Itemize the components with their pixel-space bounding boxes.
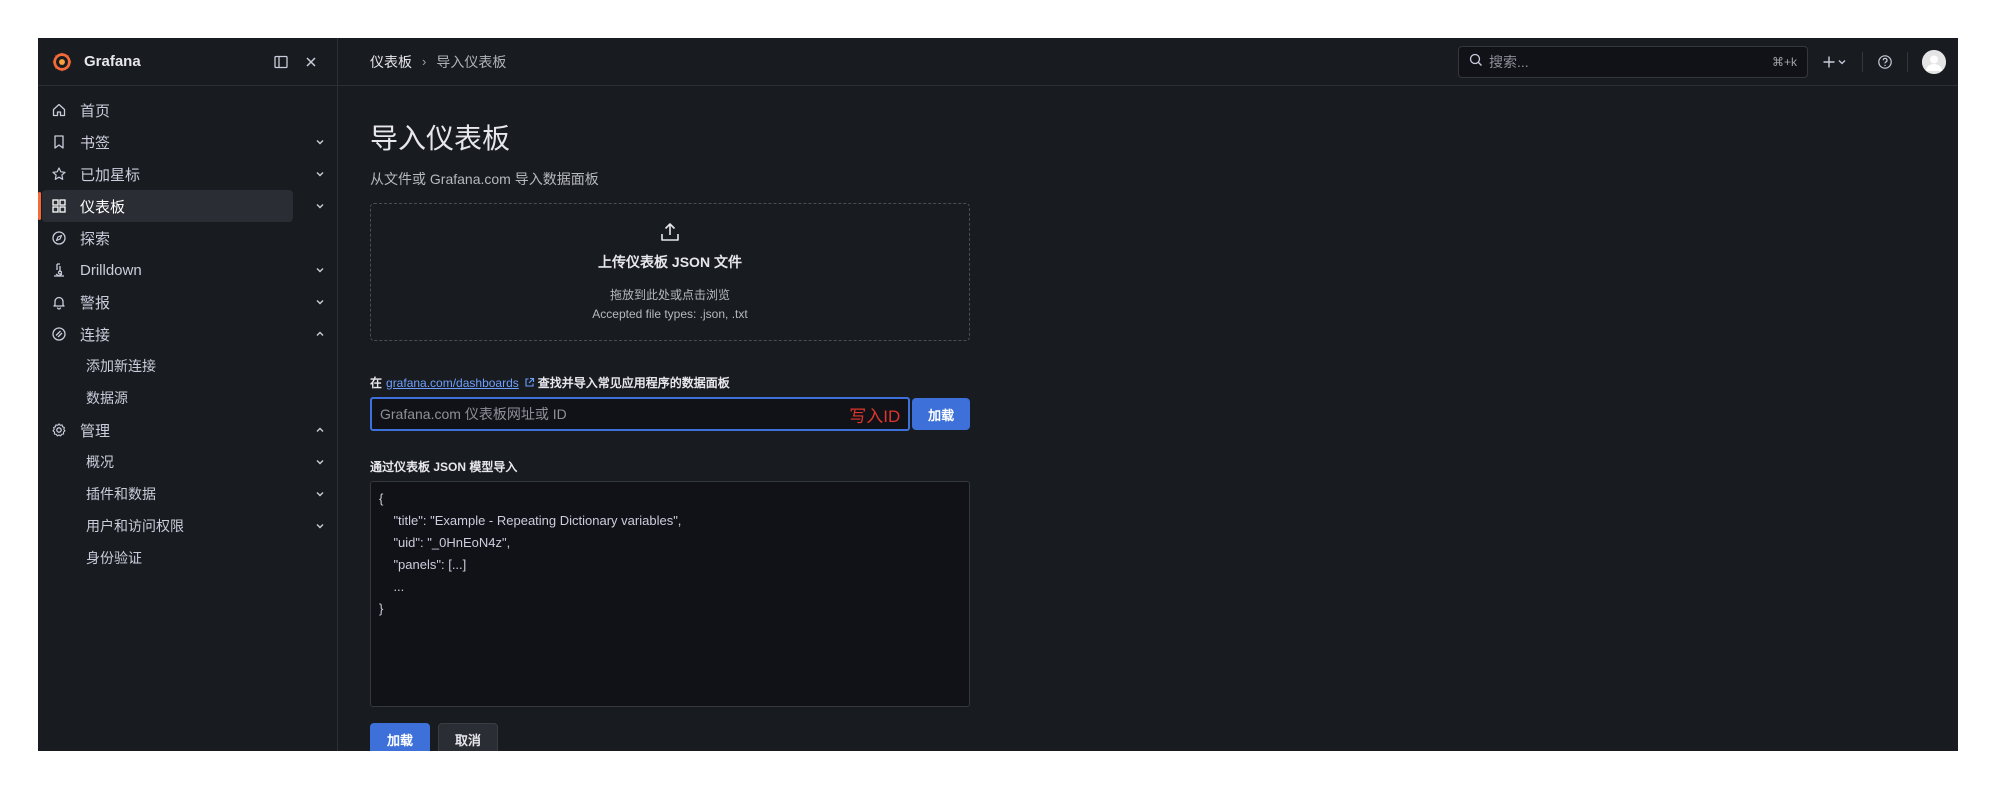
close-menu-icon[interactable] <box>297 48 325 76</box>
search-icon <box>1469 53 1483 70</box>
nav-item-home[interactable]: 首页 <box>38 94 337 126</box>
nav-sub-label: 概况 <box>86 454 114 470</box>
import-dashboard-page: 导入仪表板 从文件或 Grafana.com 导入数据面板 上传仪表板 JSON… <box>370 86 970 751</box>
top-bar: 仪表板 › 导入仪表板 搜索... ⌘+k <box>338 38 1958 86</box>
nav-sub-label: 用户和访问权限 <box>86 518 184 534</box>
annotation-label: 写入ID <box>849 406 901 426</box>
star-icon <box>50 165 68 183</box>
home-icon <box>50 101 68 119</box>
main-nav: 首页 书签 已加星标 仪表板 探索 Drilldown 警报 连接 添加新连接 … <box>38 86 337 574</box>
id-input-placeholder: Grafana.com 仪表板网址或 ID <box>380 406 567 422</box>
load-id-button[interactable]: 加载 <box>912 398 970 430</box>
nav-sub-label: 身份验证 <box>86 550 142 566</box>
chevron-down-icon[interactable] <box>313 455 327 469</box>
sidebar-header: Grafana <box>38 38 337 86</box>
nav-item-starred[interactable]: 已加星标 <box>38 158 337 190</box>
chevron-down-icon[interactable] <box>313 199 327 213</box>
sidebar: Grafana 首页 书签 已加星标 仪表板 探索 Drilldown 警报 连… <box>38 38 338 751</box>
nav-sub-general[interactable]: 概况 <box>38 446 337 478</box>
nav-item-label: 书签 <box>80 134 111 152</box>
chevron-down-icon[interactable] <box>313 295 327 309</box>
bookmark-icon <box>50 133 68 151</box>
drilldown-icon <box>50 261 68 279</box>
search-shortcut: ⌘+k <box>1771 54 1797 69</box>
nav-sub-data-sources[interactable]: 数据源 <box>38 382 337 414</box>
chevron-down-icon[interactable] <box>313 487 327 501</box>
dock-menu-icon[interactable] <box>267 48 295 76</box>
nav-item-drilldown[interactable]: Drilldown <box>38 254 337 286</box>
grafana-dashboards-link[interactable]: grafana.com/dashboards <box>386 376 519 390</box>
toolbar-divider <box>1907 51 1908 72</box>
nav-sub-users-and-access[interactable]: 用户和访问权限 <box>38 510 337 542</box>
grafana-logo-icon[interactable] <box>50 50 74 74</box>
nav-sub-label: 插件和数据 <box>86 486 156 502</box>
apps-icon <box>50 197 68 215</box>
json-model-label: 通过仪表板 JSON 模型导入 <box>370 460 518 474</box>
nav-item-administration[interactable]: 管理 <box>38 414 337 446</box>
toolbar-divider <box>1862 51 1863 72</box>
nav-item-explore[interactable]: 探索 <box>38 222 337 254</box>
nav-item-alerting[interactable]: 警报 <box>38 286 337 318</box>
nav-item-bookmarks[interactable]: 书签 <box>38 126 337 158</box>
chevron-up-icon[interactable] <box>313 423 327 437</box>
link-icon <box>50 325 68 343</box>
help-icon[interactable] <box>1877 48 1893 76</box>
file-dropzone[interactable]: 上传仪表板 JSON 文件 拖放到此处或点击浏览 Accepted file t… <box>370 203 970 341</box>
upload-icon <box>658 220 682 244</box>
page-subtitle: 从文件或 Grafana.com 导入数据面板 <box>370 171 599 187</box>
nav-item-label: 管理 <box>80 422 111 440</box>
nav-item-label: 首页 <box>80 102 111 120</box>
nav-item-label: 连接 <box>80 326 111 344</box>
nav-item-label: 警报 <box>80 294 111 312</box>
chevron-up-icon[interactable] <box>313 327 327 341</box>
load-button[interactable]: 加载 <box>370 723 430 751</box>
nav-item-label: 已加星标 <box>80 166 141 184</box>
nav-item-label: 仪表板 <box>80 198 126 216</box>
app-window: Grafana 首页 书签 已加星标 仪表板 探索 Drilldown 警报 连… <box>38 38 1958 751</box>
nav-item-connections[interactable]: 连接 <box>38 318 337 350</box>
grafana-com-id-input[interactable]: Grafana.com 仪表板网址或 ID 写入ID <box>370 397 911 431</box>
brand-name: Grafana <box>84 53 141 70</box>
search-placeholder: 搜索... <box>1489 53 1529 70</box>
bell-icon <box>50 293 68 311</box>
breadcrumb-current: 导入仪表板 <box>436 53 507 70</box>
nav-sub-label: 添加新连接 <box>86 358 156 374</box>
form-actions: 加载 取消 <box>370 723 970 751</box>
nav-sub-add-connection[interactable]: 添加新连接 <box>38 350 337 382</box>
breadcrumb-parent[interactable]: 仪表板 <box>370 52 412 72</box>
grafana-com-label: 在 grafana.com/dashboards 查找并导入常见应用程序的数据面… <box>370 374 970 391</box>
json-model-textarea[interactable]: { "title": "Example - Repeating Dictiona… <box>370 481 970 707</box>
external-link-icon <box>524 377 535 388</box>
label-suffix: 查找并导入常见应用程序的数据面板 <box>537 376 730 390</box>
cancel-button[interactable]: 取消 <box>438 723 498 751</box>
compass-icon <box>50 229 68 247</box>
label-prefix: 在 <box>370 376 383 390</box>
new-menu-button[interactable] <box>1822 48 1848 76</box>
upload-accepted-types: Accepted file types: .json, .txt <box>592 307 748 321</box>
breadcrumb-separator: › <box>422 54 427 69</box>
cog-icon <box>50 421 68 439</box>
chevron-down-icon[interactable] <box>313 135 327 149</box>
grafana-com-row: Grafana.com 仪表板网址或 ID 写入ID 加载 <box>370 397 970 431</box>
nav-item-dashboards[interactable]: 仪表板 <box>38 190 324 222</box>
chevron-down-icon[interactable] <box>313 167 327 181</box>
page-title: 导入仪表板 <box>370 123 511 154</box>
chevron-down-icon[interactable] <box>313 519 327 533</box>
nav-sub-label: 数据源 <box>86 390 128 406</box>
nav-item-label: Drilldown <box>80 261 142 279</box>
nav-item-label: 探索 <box>80 230 111 248</box>
user-avatar[interactable] <box>1922 49 1946 74</box>
upload-hint: 拖放到此处或点击浏览 <box>609 288 730 302</box>
nav-sub-plugins-and-data[interactable]: 插件和数据 <box>38 478 337 510</box>
search-input[interactable]: 搜索... ⌘+k <box>1458 45 1808 78</box>
nav-sub-authentication[interactable]: 身份验证 <box>38 542 337 574</box>
upload-title: 上传仪表板 JSON 文件 <box>598 254 742 270</box>
chevron-down-icon[interactable] <box>313 263 327 277</box>
